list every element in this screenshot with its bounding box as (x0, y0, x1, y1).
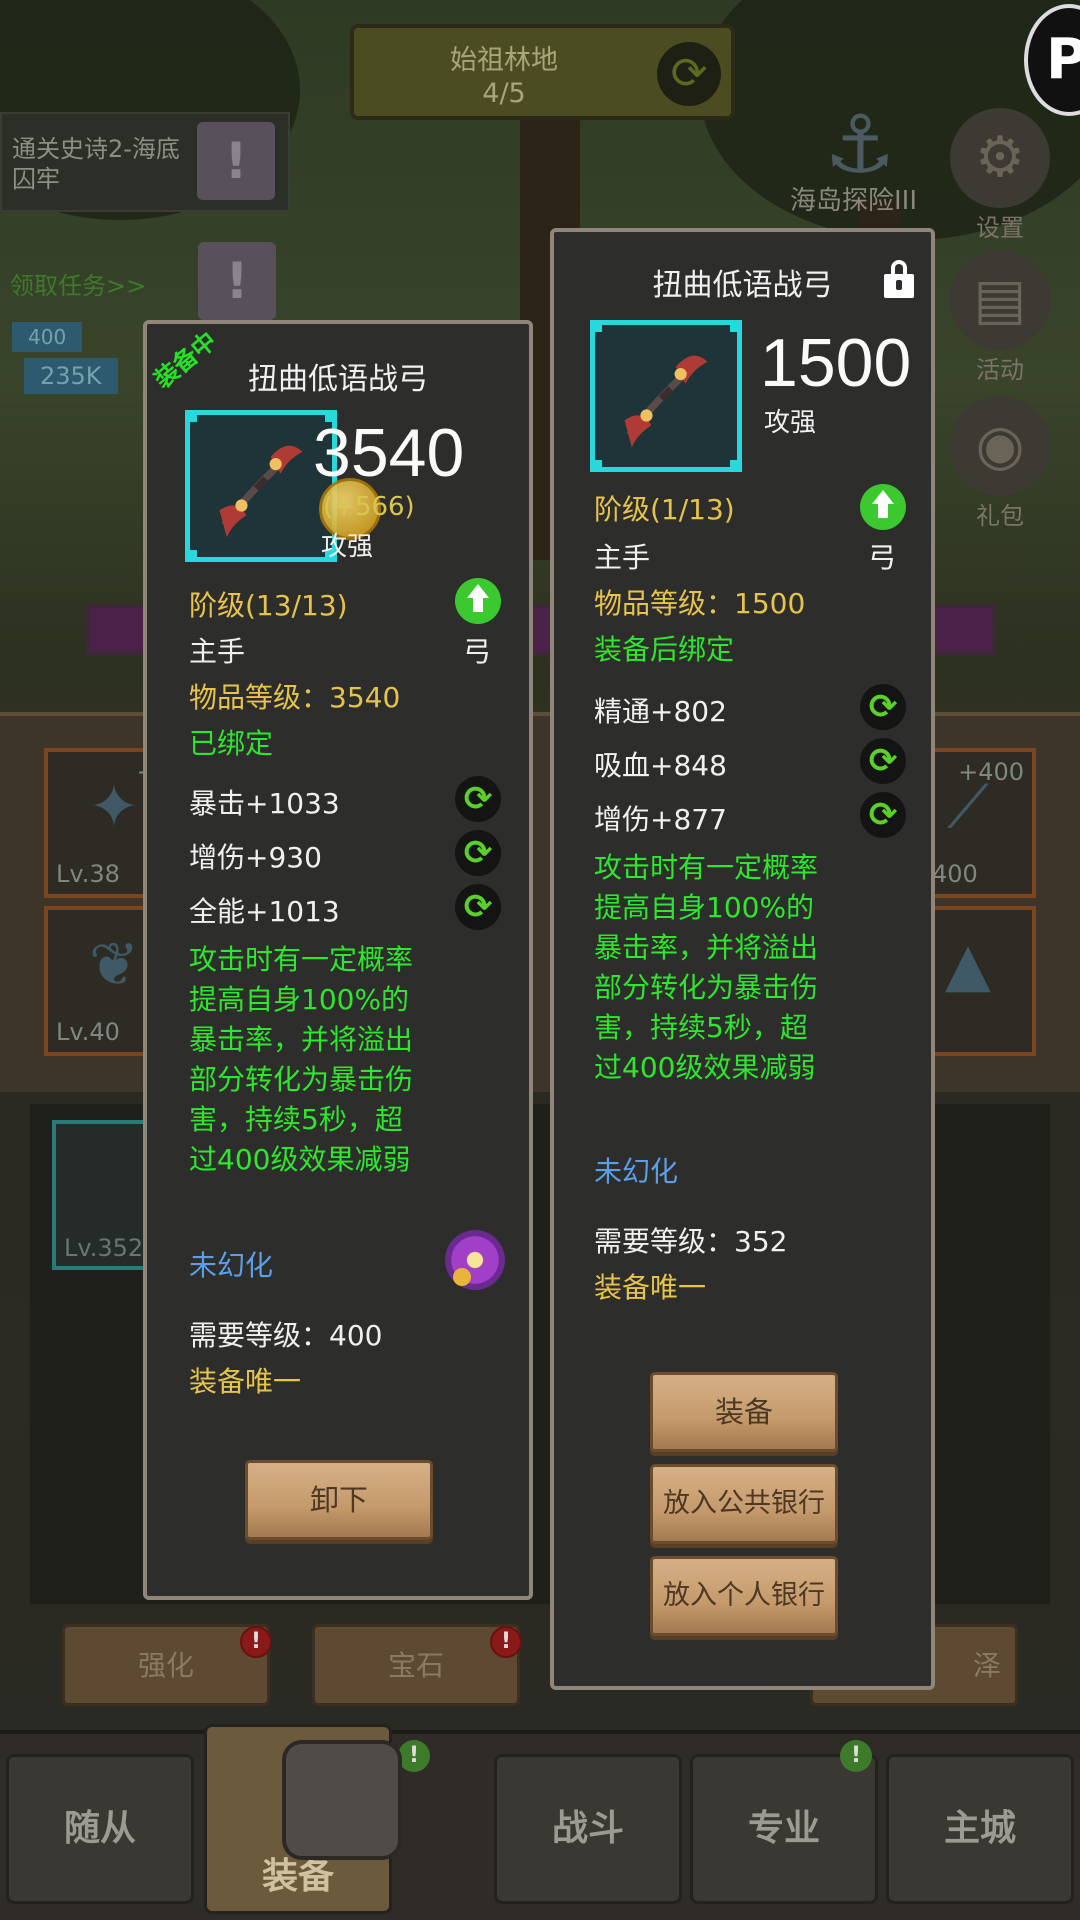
nav-main-city[interactable]: 主城 (886, 1754, 1074, 1904)
description-line: 害，持续5秒，超 (594, 1011, 808, 1044)
description-line: 暴击率，并将溢出 (189, 1023, 414, 1056)
item-rank: 阶级(13/13) (189, 589, 348, 622)
item-effect-description: 攻击时有一定概率 提高自身100%的 暴击率，并将溢出 部分转化为暴击伤 害，持… (594, 848, 818, 1088)
quest-alert-icon: ! (198, 242, 276, 320)
reroll-icon[interactable]: ⟳ (455, 776, 501, 822)
bottom-nav: 随从 装备 战斗 专业 主城 (0, 1724, 1080, 1920)
stat-line: 增伤+877 (594, 803, 727, 836)
twisted-bow-icon (219, 445, 303, 538)
alert-badge: ! (240, 1626, 272, 1658)
zone-progress: 4/5 (482, 78, 526, 109)
reroll-icon[interactable]: ⟳ (860, 684, 906, 730)
alert-badge: ! (490, 1626, 522, 1658)
description-line: 部分转化为暴击伤 (189, 1063, 414, 1096)
attack-power-value: 1500 (760, 325, 912, 401)
activity-label: 活动 (976, 356, 1024, 384)
accept-quest-link[interactable]: 领取任务>> (10, 266, 146, 301)
enhance-button[interactable]: 强化 (62, 1624, 270, 1706)
item-level: 物品等级：3540 (189, 681, 401, 714)
attack-power-label: 攻强 (321, 532, 374, 562)
settings-label: 设置 (976, 214, 1024, 242)
gift-button[interactable]: ◉ 礼包 (950, 396, 1050, 531)
description-line: 害，持续5秒，超 (189, 1103, 403, 1136)
anchor-icon[interactable]: ⚓ (810, 100, 910, 190)
upgrade-arrow-icon[interactable] (860, 484, 906, 530)
attack-power-delta: (+566) (323, 492, 415, 522)
item-icon-frame (590, 320, 742, 472)
unequip-button[interactable]: 卸下 (245, 1460, 433, 1540)
attack-power-label: 攻强 (764, 408, 817, 438)
reroll-icon[interactable]: ⟳ (455, 884, 501, 930)
reroll-icon[interactable]: ⟳ (860, 792, 906, 838)
nav-followers[interactable]: 随从 (6, 1754, 194, 1904)
description-line: 部分转化为暴击伤 (594, 971, 819, 1004)
reroll-icon[interactable]: ⟳ (860, 738, 906, 784)
gift-icon: ◉ (950, 396, 1050, 496)
quest-text: 通关史诗2-海底囚牢 (12, 135, 180, 193)
gift-label: 礼包 (976, 502, 1024, 530)
stat-line: 精通+802 (594, 695, 727, 728)
weapon-type: 弓 (868, 541, 897, 574)
stat-line: 增伤+930 (189, 841, 322, 874)
item-title: 扭曲低语战弓 (652, 268, 833, 303)
slot-level: Lv.38 (56, 860, 120, 888)
chest-armor-icon (282, 1740, 402, 1860)
zone-banner[interactable]: 始祖林地 4/5 ⟳ (350, 24, 735, 120)
required-level: 需要等级：352 (594, 1225, 788, 1258)
description-line: 暴击率，并将溢出 (594, 931, 819, 964)
lock-icon[interactable] (884, 260, 914, 298)
description-line: 攻击时有一定概率 (189, 943, 414, 976)
item-slot: 主手 (189, 635, 246, 668)
bind-status: 装备后绑定 (594, 633, 735, 666)
item-effect-description: 攻击时有一定概率 提高自身100%的 暴击率，并将溢出 部分转化为暴击伤 害，持… (189, 940, 413, 1180)
gem-button[interactable]: 宝石 (312, 1624, 520, 1706)
alert-badge: ! (840, 1740, 872, 1772)
stat-line: 全能+1013 (189, 895, 340, 928)
quest-alert-icon: ! (197, 122, 275, 200)
switch-zone-icon[interactable]: ⟳ (657, 42, 721, 106)
gear-icon: ⚙ (950, 108, 1050, 208)
twisted-bow-icon (624, 355, 708, 448)
description-line: 过400级效果减弱 (594, 1051, 816, 1084)
weapon-type: 弓 (463, 635, 492, 668)
combat-power-value: 235K (24, 358, 118, 394)
exp-bar: 400 (12, 322, 83, 352)
bind-status: 已绑定 (189, 727, 274, 760)
stat-line: 暴击+1033 (189, 787, 340, 820)
item-rank: 阶级(1/13) (594, 493, 735, 526)
inventory-item-level: Lv.352 (64, 1234, 144, 1262)
reroll-icon[interactable]: ⟳ (455, 830, 501, 876)
required-level: 需要等级：400 (189, 1319, 383, 1352)
description-line: 攻击时有一定概率 (594, 851, 819, 884)
deposit-public-bank-button[interactable]: 放入公共银行 (650, 1464, 838, 1544)
new-item-panel: 扭曲低语战弓 1500 攻强 阶级(1/13) 主手 弓 物品等级：1500 装… (550, 228, 935, 1690)
equip-button[interactable]: 装备 (650, 1372, 838, 1452)
item-level: 物品等级：1500 (594, 587, 806, 620)
illusion-orb-icon[interactable] (445, 1230, 505, 1290)
activity-button[interactable]: ▤ 活动 (950, 250, 1050, 385)
scroll-icon: ▤ (950, 250, 1050, 350)
zone-name: 始祖林地 (450, 45, 558, 76)
illusion-status: 未幻化 (189, 1249, 274, 1282)
item-slot: 主手 (594, 541, 651, 574)
unique-tag: 装备唯一 (189, 1365, 302, 1398)
item-title: 扭曲低语战弓 (248, 362, 428, 397)
deposit-personal-bank-button[interactable]: 放入个人银行 (650, 1556, 838, 1636)
description-line: 提高自身100%的 (594, 891, 815, 924)
island-expedition-label[interactable]: 海岛探险III (790, 180, 917, 217)
stat-line: 吸血+848 (594, 749, 727, 782)
upgrade-arrow-icon[interactable] (455, 578, 501, 624)
nav-profession[interactable]: 专业 (690, 1754, 878, 1904)
settings-button[interactable]: ⚙ 设置 (950, 108, 1050, 243)
alert-badge: ! (398, 1740, 430, 1772)
description-line: 过400级效果减弱 (189, 1143, 411, 1176)
nav-battle[interactable]: 战斗 (494, 1754, 682, 1904)
description-line: 提高自身100%的 (189, 983, 410, 1016)
equipped-item-panel: 装备中 扭曲低语战弓 3540 (+566) 攻强 阶级(13/13) 主手 弓… (143, 320, 533, 1600)
unique-tag: 装备唯一 (594, 1271, 707, 1304)
quest-tracker[interactable]: 通关史诗2-海底囚牢 ! (0, 112, 290, 212)
slot-level: Lv.40 (56, 1018, 120, 1046)
illusion-status: 未幻化 (594, 1155, 679, 1188)
